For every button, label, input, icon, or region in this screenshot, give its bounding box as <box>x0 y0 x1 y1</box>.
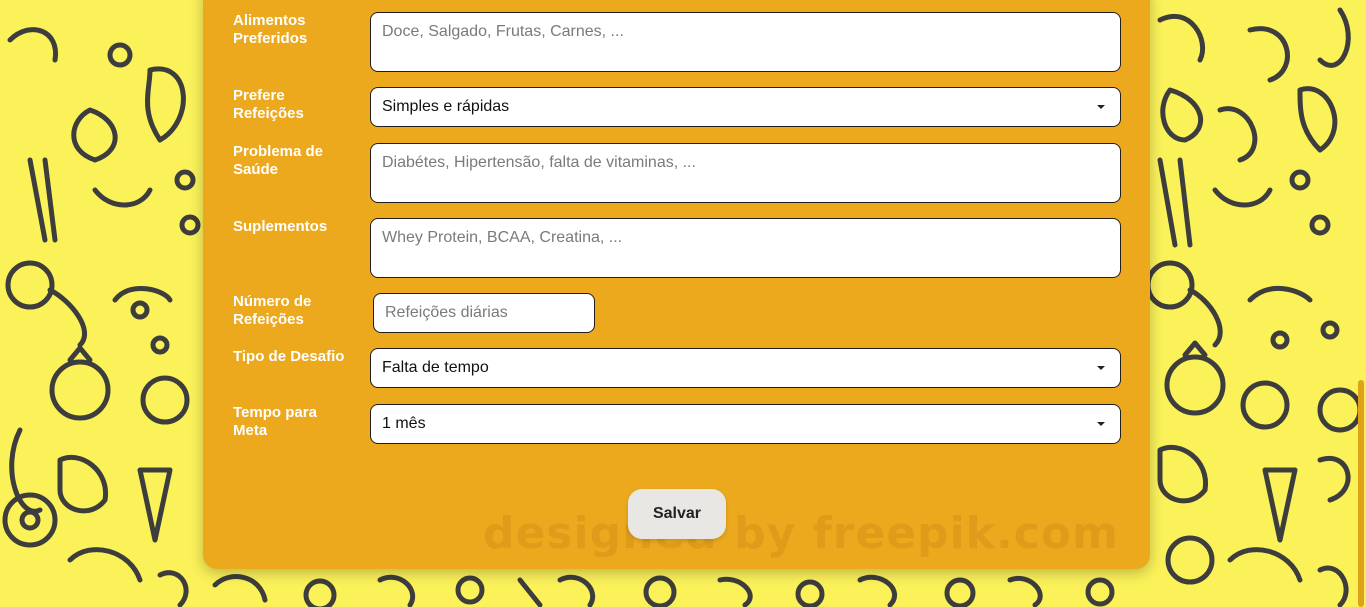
desafio-select[interactable]: Falta de tempo <box>370 348 1121 388</box>
alimentos-textarea[interactable]: Doce, Salgado, Frutas, Carnes, ... <box>370 12 1121 72</box>
scrollbar-thumb[interactable] <box>1358 380 1364 607</box>
numero-refeicoes-input[interactable]: Refeições diárias <box>373 293 595 333</box>
tempo-meta-label: Tempo para Meta <box>233 404 317 439</box>
saude-placeholder: Diabétes, Hipertensão, falta de vitamina… <box>382 154 696 171</box>
refeicoes-select[interactable]: Simples e rápidas <box>370 87 1121 127</box>
numero-refeicoes-placeholder: Refeições diárias <box>385 304 508 321</box>
save-button[interactable]: Salvar <box>628 489 726 539</box>
form-card: designed by freepik.com Alimentos Prefer… <box>203 0 1150 569</box>
dropdown-caret-icon <box>1097 105 1105 109</box>
numero-refeicoes-label: Número de Refeições <box>233 293 312 328</box>
desafio-value: Falta de tempo <box>382 359 489 376</box>
saude-label: Problema de Saúde <box>233 143 324 178</box>
alimentos-placeholder: Doce, Salgado, Frutas, Carnes, ... <box>382 23 624 40</box>
refeicoes-label: Prefere Refeições <box>233 87 304 122</box>
saude-textarea[interactable]: Diabétes, Hipertensão, falta de vitamina… <box>370 143 1121 203</box>
tempo-meta-select[interactable]: 1 mês <box>370 404 1121 444</box>
suplementos-label: Suplementos <box>233 218 328 235</box>
dropdown-caret-icon <box>1097 366 1105 370</box>
desafio-label: Tipo de Desafio <box>233 348 345 365</box>
refeicoes-value: Simples e rápidas <box>382 98 510 115</box>
dropdown-caret-icon <box>1097 422 1105 426</box>
alimentos-label: Alimentos Preferidos <box>233 12 308 47</box>
watermark: designed by freepik.com <box>483 508 1119 559</box>
tempo-meta-value: 1 mês <box>382 415 426 432</box>
suplementos-textarea[interactable]: Whey Protein, BCAA, Creatina, ... <box>370 218 1121 278</box>
suplementos-placeholder: Whey Protein, BCAA, Creatina, ... <box>382 229 623 246</box>
